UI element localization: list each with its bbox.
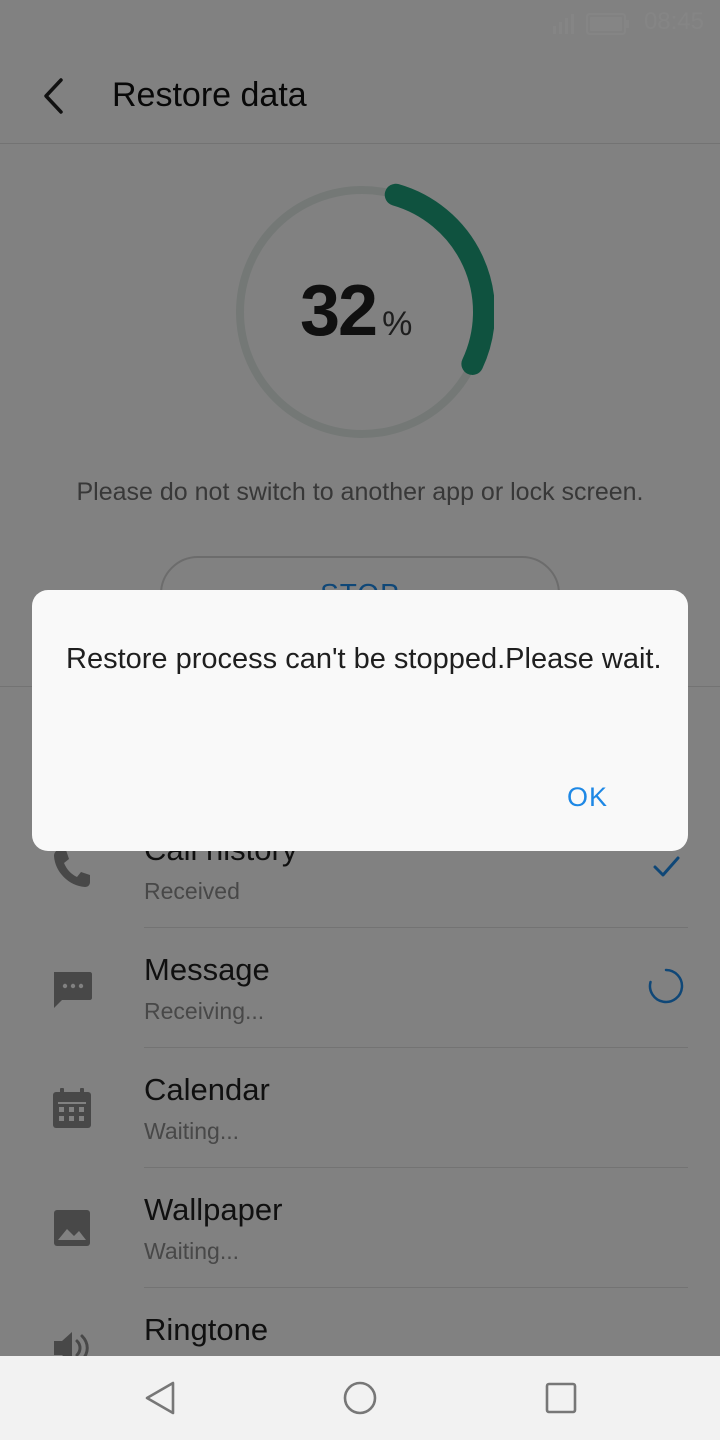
alert-dialog: Restore process can't be stopped.Please … — [32, 590, 688, 851]
ok-button[interactable]: OK — [567, 782, 608, 813]
system-nav-bar — [0, 1356, 720, 1440]
nav-recents-icon[interactable] — [543, 1380, 579, 1416]
nav-back-icon[interactable] — [143, 1380, 179, 1416]
nav-home-icon[interactable] — [342, 1380, 378, 1416]
dialog-message: Restore process can't be stopped.Please … — [66, 643, 662, 675]
